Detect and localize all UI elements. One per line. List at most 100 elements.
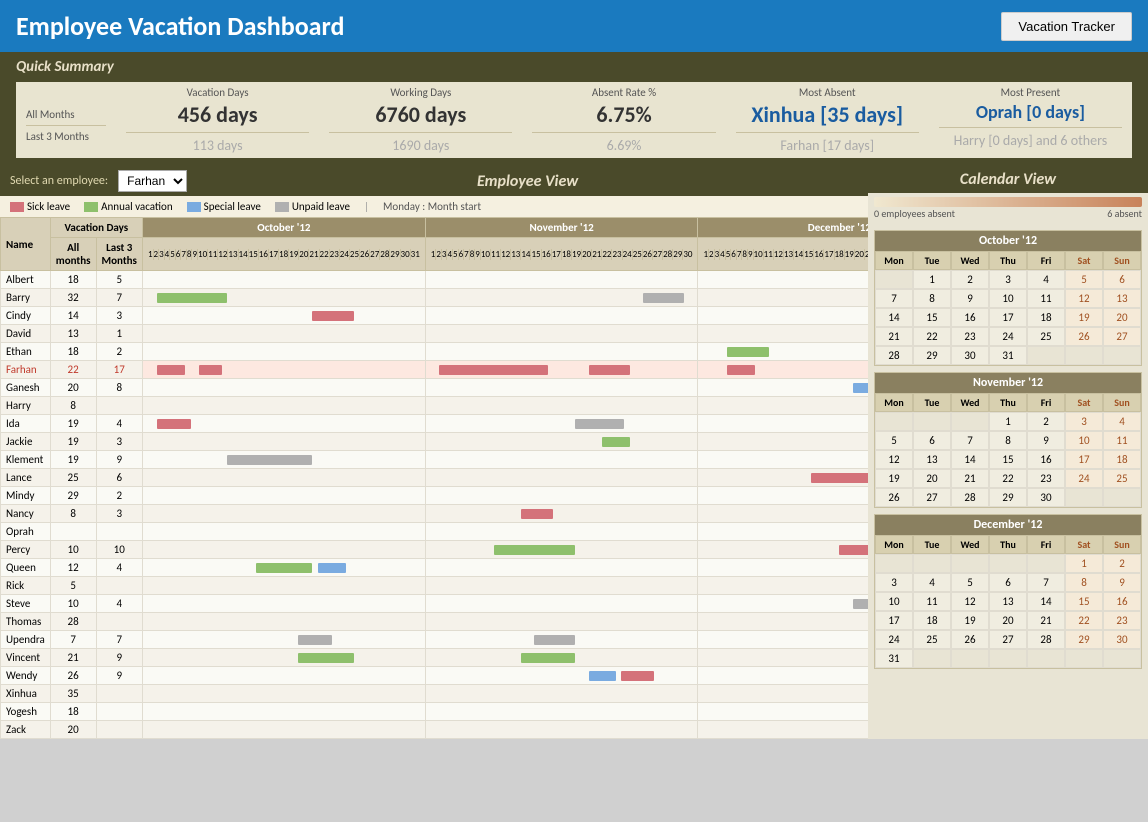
select-employee-label: Select an employee: <box>10 174 108 188</box>
table-row: Wendy269 <box>1 667 869 685</box>
summary-absent-rate: Absent Rate % 6.75% 6.69% <box>522 82 725 158</box>
most-present-last3: Harry [0 days] and 6 others <box>939 132 1122 149</box>
absent-rate-all: 6.75% <box>532 101 715 128</box>
calendar-day: 9 <box>951 289 989 308</box>
calendar-day: 18 <box>913 611 951 630</box>
summary-vacation-days: Vacation Days 456 days 113 days <box>116 82 319 158</box>
calendar-day: 24 <box>1065 469 1103 488</box>
calendar-day <box>951 412 989 431</box>
calendar-day: 16 <box>951 308 989 327</box>
calendar-day: 22 <box>1065 611 1103 630</box>
vacation-days-header: Vacation Days <box>126 86 309 99</box>
calendar-day: 9 <box>1027 431 1065 450</box>
working-days-all: 6760 days <box>329 101 512 128</box>
calendar-day: 14 <box>951 450 989 469</box>
table-row: Thomas28 <box>1 613 869 631</box>
calendar-day: 3 <box>1065 412 1103 431</box>
employee-panel: Select an employee: Farhan Employee View… <box>0 166 868 739</box>
absence-bar-labels: 0 employees absent 6 absent <box>874 207 1142 220</box>
nov-header: November '12 <box>425 218 698 238</box>
calendar-day: 30 <box>1027 488 1065 507</box>
table-row: Steve104 <box>1 595 869 613</box>
calendar-day: 21 <box>951 469 989 488</box>
vacation-days-header: Vacation Days <box>50 218 142 238</box>
calendar-day: 2 <box>951 270 989 289</box>
calendar-day <box>1103 649 1141 668</box>
summary-working-days: Working Days 6760 days 1690 days <box>319 82 522 158</box>
vacation-days-all: 456 days <box>126 101 309 128</box>
calendar-day: 19 <box>1065 308 1103 327</box>
summary-row-labels: All Months Last 3 Months <box>16 82 116 158</box>
calendar-day: 13 <box>989 592 1027 611</box>
calendar-day <box>951 649 989 668</box>
last3-months-label: Last 3 Months <box>26 130 106 143</box>
absence-max-label: 6 absent <box>1107 207 1142 220</box>
table-row: Klement199 <box>1 451 869 469</box>
working-days-header: Working Days <box>329 86 512 99</box>
absence-bar <box>874 197 1142 207</box>
calendar-day: 8 <box>913 289 951 308</box>
most-present-header: Most Present <box>939 86 1122 99</box>
table-row: Lance256 <box>1 469 869 487</box>
table-row: Farhan2217 <box>1 361 869 379</box>
calendar-day: 12 <box>875 450 913 469</box>
calendar-day: 11 <box>1027 289 1065 308</box>
calendar-day: 16 <box>1103 592 1141 611</box>
table-row: Oprah <box>1 523 869 541</box>
calendar-day: 4 <box>1103 412 1141 431</box>
table-row: Cindy143 <box>1 307 869 325</box>
calendar-day: 26 <box>1065 327 1103 346</box>
calendar-day: 17 <box>875 611 913 630</box>
table-row: Albert185 <box>1 271 869 289</box>
calendar-day: 10 <box>989 289 1027 308</box>
calendar-panel: Calendar View 0 employees absent 6 absen… <box>868 166 1148 739</box>
calendar-month: November '12MonTueWedThuFriSatSun1234567… <box>874 372 1142 508</box>
employee-select[interactable]: Farhan <box>118 170 187 192</box>
monday-note: Monday : Month start <box>383 200 481 213</box>
legend-unpaid: Unpaid leave <box>275 200 350 213</box>
calendar-day: 17 <box>1065 450 1103 469</box>
calendar-day: 16 <box>1027 450 1065 469</box>
last3-months-th: Last 3 Months <box>96 238 142 271</box>
calendar-day: 12 <box>1065 289 1103 308</box>
legend-sick: Sick leave <box>10 200 70 213</box>
legend-special: Special leave <box>187 200 261 213</box>
table-row: Queen124 <box>1 559 869 577</box>
calendar-day <box>875 554 913 573</box>
most-present-all: Oprah [0 days] <box>939 101 1122 123</box>
calendar-day <box>913 412 951 431</box>
employee-panel-header: Select an employee: Farhan Employee View <box>0 166 868 196</box>
calendar-day: 19 <box>951 611 989 630</box>
calendar-day: 23 <box>951 327 989 346</box>
calendar-day: 8 <box>1065 573 1103 592</box>
employee-table-wrapper: Name Vacation Days October '12 November … <box>0 217 868 739</box>
calendar-day: 13 <box>1103 289 1141 308</box>
calendar-day: 29 <box>1065 630 1103 649</box>
most-absent-all: Xinhua [35 days] <box>736 101 919 128</box>
calendar-day: 7 <box>875 289 913 308</box>
table-row: Percy1010 <box>1 541 869 559</box>
calendar-day: 22 <box>989 469 1027 488</box>
quick-summary-title: Quick Summary <box>16 58 1132 76</box>
table-row: Harry8 <box>1 397 869 415</box>
sick-leave-label: Sick leave <box>27 200 70 213</box>
table-row: Barry327 <box>1 289 869 307</box>
absent-rate-header: Absent Rate % <box>532 86 715 99</box>
calendar-day: 1 <box>1065 554 1103 573</box>
table-row: Rick5 <box>1 577 869 595</box>
calendar-day: 26 <box>951 630 989 649</box>
annual-vacation-label: Annual vacation <box>101 200 173 213</box>
calendar-day: 29 <box>989 488 1027 507</box>
calendar-panel-header: Calendar View <box>868 166 1148 193</box>
summary-table: All Months Last 3 Months Vacation Days 4… <box>16 82 1132 158</box>
employee-select-wrapper[interactable]: Farhan <box>118 170 187 192</box>
calendar-day: 31 <box>989 346 1027 365</box>
employee-view-title: Employee View <box>197 172 858 191</box>
vacation-tracker-button[interactable]: Vacation Tracker <box>1001 12 1132 41</box>
calendar-day: 13 <box>913 450 951 469</box>
calendar-day: 10 <box>875 592 913 611</box>
calendar-day: 24 <box>875 630 913 649</box>
calendar-day: 31 <box>875 649 913 668</box>
annual-vacation-color <box>84 202 98 212</box>
calendar-day: 22 <box>913 327 951 346</box>
